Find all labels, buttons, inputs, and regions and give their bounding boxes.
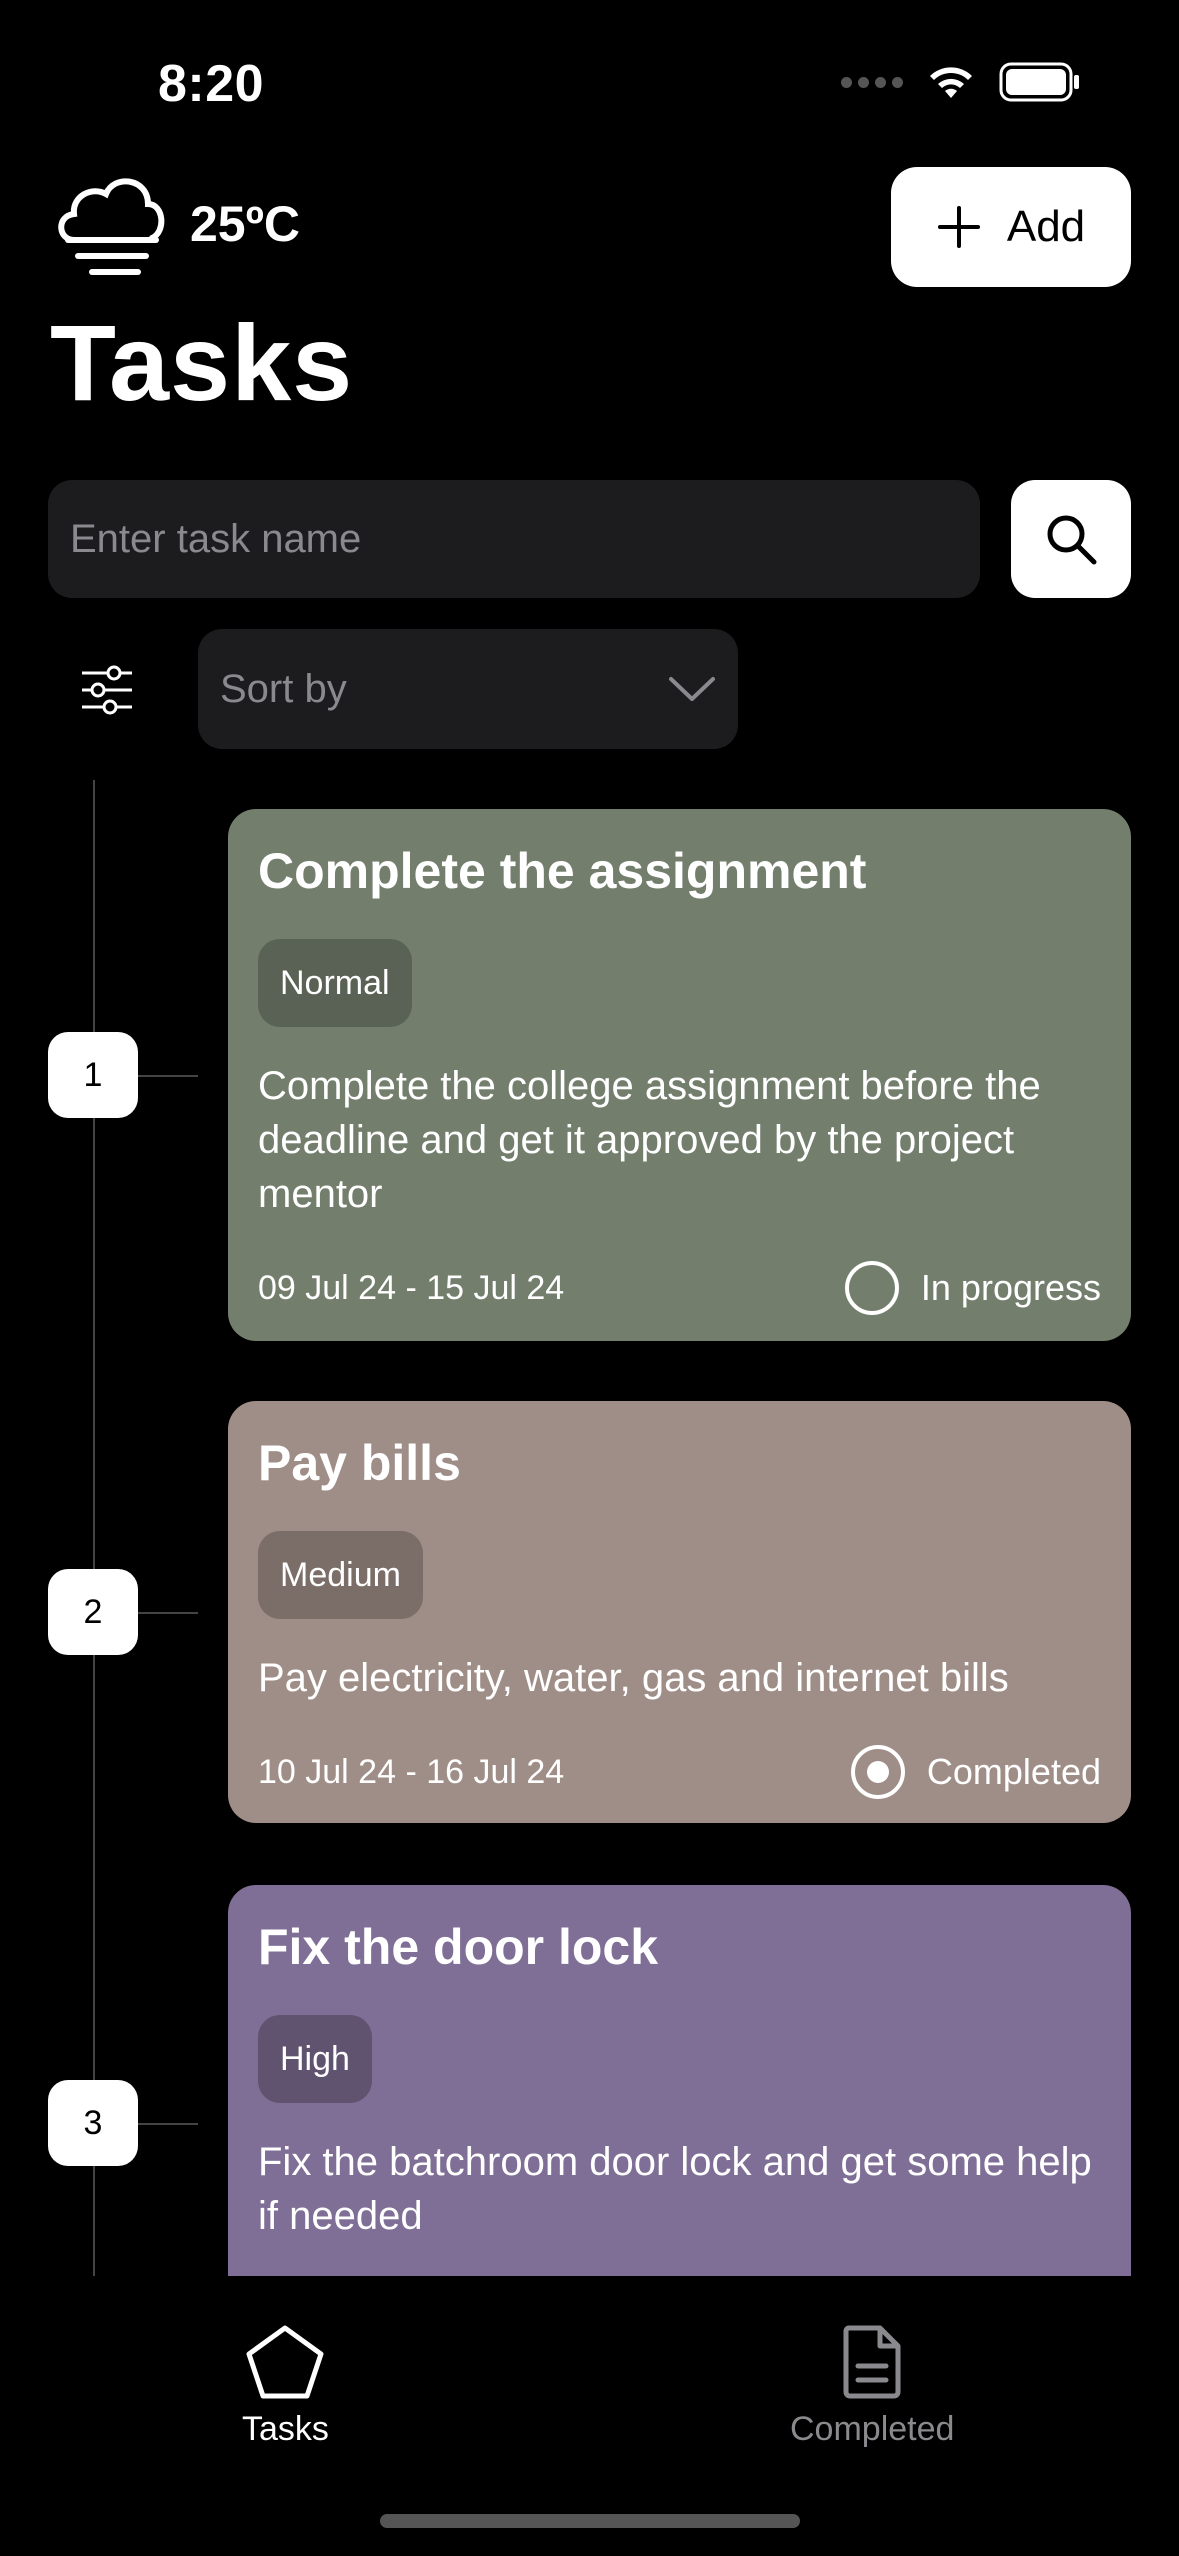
- home-indicator: [380, 2514, 800, 2528]
- timeline-index: 2: [48, 1569, 138, 1655]
- nav-completed-label: Completed: [790, 2410, 955, 2448]
- task-footer: 10 Jul 24 - 16 Jul 24 Completed: [258, 1745, 1101, 1799]
- document-icon: [843, 2325, 901, 2399]
- timeline-line: [93, 780, 95, 2280]
- pentagon-icon: [246, 2325, 324, 2399]
- nav-tab-completed[interactable]: Completed: [790, 2324, 954, 2449]
- wifi-icon: [930, 67, 972, 98]
- task-card[interactable]: Pay bills Medium Pay electricity, water,…: [228, 1401, 1131, 1823]
- task-title: Complete the assignment: [258, 843, 867, 899]
- sort-by-dropdown[interactable]: Sort by: [198, 629, 738, 749]
- cloud-wind-icon: [58, 178, 165, 275]
- radio-dot: [866, 1761, 889, 1783]
- task-card[interactable]: Complete the assignment Normal Complete …: [228, 809, 1131, 1341]
- status-label: In progress: [920, 1267, 1101, 1308]
- weather-widget: 25ºC: [52, 168, 300, 280]
- nav-tasks-label: Tasks: [242, 2410, 329, 2448]
- priority-badge: Medium: [258, 1531, 423, 1619]
- task-card[interactable]: Fix the door lock High Fix the batchroom…: [228, 1885, 1131, 2325]
- filter-sliders-icon: [82, 665, 132, 715]
- page-title: Tasks: [50, 302, 354, 423]
- search-input[interactable]: [48, 480, 980, 598]
- signal-icon: [841, 76, 903, 88]
- timeline-connector: [138, 1612, 198, 1614]
- radio-unchecked-icon[interactable]: [844, 1261, 899, 1315]
- priority-badge: Normal: [258, 939, 412, 1027]
- timeline-connector: [138, 2123, 198, 2125]
- nav-tab-tasks[interactable]: Tasks: [242, 2324, 329, 2449]
- task-title: Fix the door lock: [258, 1919, 659, 1975]
- status-time: 8:20: [158, 55, 265, 113]
- chevron-down-icon: [669, 677, 715, 701]
- temperature: 25ºC: [190, 196, 300, 252]
- add-task-button[interactable]: Add: [891, 167, 1131, 287]
- plus-icon: [937, 206, 980, 248]
- timeline-index: 3: [48, 2080, 138, 2166]
- status-label: Completed: [926, 1751, 1101, 1792]
- task-description: Fix the batchroom door lock and get some…: [258, 2140, 1092, 2238]
- task-footer: 09 Jul 24 - 15 Jul 24 In progress: [258, 1261, 1101, 1315]
- task-title: Pay bills: [258, 1435, 461, 1491]
- timeline-index: 1: [48, 1032, 138, 1118]
- status-indicators: [841, 62, 1081, 102]
- task-description: Complete the college assignment before t…: [258, 1064, 1041, 1216]
- status-toggle[interactable]: In progress: [844, 1261, 1101, 1315]
- add-button-label: Add: [1006, 202, 1086, 251]
- filter-button[interactable]: [72, 655, 142, 725]
- task-dates: 09 Jul 24 - 15 Jul 24: [258, 1268, 565, 1307]
- priority-badge: High: [258, 2015, 372, 2103]
- battery-icon: [999, 62, 1079, 102]
- task-description: Pay electricity, water, gas and internet…: [258, 1656, 1009, 1700]
- timeline-connector: [138, 1075, 198, 1077]
- task-dates: 10 Jul 24 - 16 Jul 24: [258, 1752, 565, 1791]
- search-icon: [1047, 515, 1097, 565]
- sort-by-label: Sort by: [220, 666, 347, 711]
- status-toggle[interactable]: Completed: [850, 1745, 1101, 1799]
- radio-checked-icon[interactable]: [850, 1745, 905, 1799]
- search-button[interactable]: [1011, 480, 1131, 598]
